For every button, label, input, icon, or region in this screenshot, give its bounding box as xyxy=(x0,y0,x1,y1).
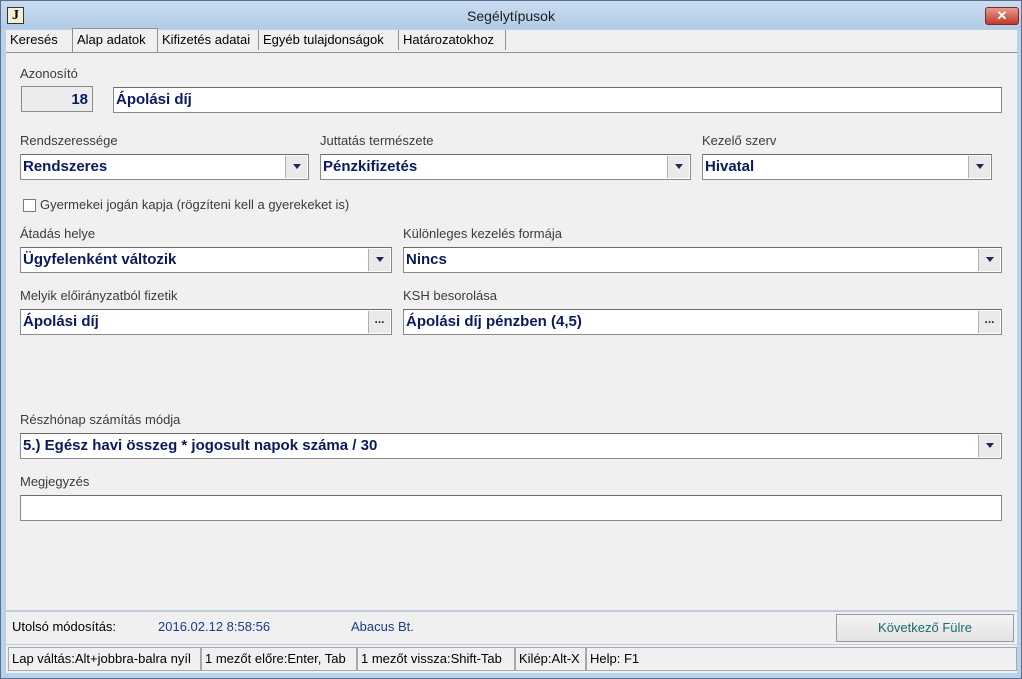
close-button[interactable]: ✕ xyxy=(985,7,1019,25)
chevron-down-icon[interactable] xyxy=(667,156,689,178)
hint-help: Help: F1 xyxy=(586,647,1017,671)
ksh-value: Ápolási díj pénzben (4,5) xyxy=(406,313,582,330)
chevron-down-icon[interactable] xyxy=(285,156,307,178)
ksh-field[interactable]: Ápolási díj pénzben (4,5) ... xyxy=(403,309,1002,335)
juttatas-select[interactable]: Pénzkifizetés xyxy=(320,154,691,180)
kulonleges-value: Nincs xyxy=(406,251,447,268)
azonosito-id-field: 18 xyxy=(21,86,93,112)
rendszeresseg-label: Rendszeressége xyxy=(20,133,118,148)
kulonleges-label: Különleges kezelés formája xyxy=(403,226,562,241)
hint-bar: Lap váltás:Alt+jobbra-balra nyíl 1 mezőt… xyxy=(6,645,1017,673)
tab-kereses[interactable]: Keresés xyxy=(6,30,73,50)
ksh-label: KSH besorolása xyxy=(403,288,497,303)
tab-alap-adatok[interactable]: Alap adatok xyxy=(72,28,158,52)
tab-kifizetes-adatai[interactable]: Kifizetés adatai xyxy=(158,30,259,50)
title-bar[interactable]: J Segélytípusok ✕ xyxy=(1,1,1021,29)
megjegyzes-label: Megjegyzés xyxy=(20,474,90,489)
atadas-label: Átadás helye xyxy=(20,226,96,241)
hint-tab-switch: Lap váltás:Alt+jobbra-balra nyíl xyxy=(8,647,201,671)
hint-exit: Kilép:Alt-X xyxy=(515,647,586,671)
kezelo-label: Kezelő szerv xyxy=(702,133,777,148)
rendszeresseg-value: Rendszeres xyxy=(23,158,108,175)
juttatas-value: Pénzkifizetés xyxy=(323,158,418,175)
reszhonap-value: 5.) Egész havi összeg * jogosult napok s… xyxy=(23,437,378,454)
rendszeresseg-select[interactable]: Rendszeres xyxy=(20,154,309,180)
juttatas-label: Juttatás természete xyxy=(320,133,434,148)
next-tab-button[interactable]: Következő Fülre xyxy=(836,614,1014,642)
kezelo-select[interactable]: Hivatal xyxy=(702,154,992,180)
last-modified-label: Utolsó módosítás: xyxy=(12,619,117,634)
eloiranyzat-field[interactable]: Ápolási díj ... xyxy=(20,309,392,335)
kulonleges-select[interactable]: Nincs xyxy=(403,247,1002,273)
chevron-down-icon[interactable] xyxy=(978,249,1000,271)
atadas-select[interactable]: Ügyfelenként változik xyxy=(20,247,392,273)
last-modified-user: Abacus Bt. xyxy=(351,619,414,634)
hint-field-back: 1 mezőt vissza:Shift-Tab xyxy=(357,647,515,671)
window-title: Segélytípusok xyxy=(467,8,555,24)
azonosito-id-value: 18 xyxy=(71,91,88,108)
azonosito-name-value: Ápolási díj xyxy=(116,91,192,108)
gyermekei-label: Gyermekei jogán kapja (rögzíteni kell a … xyxy=(40,197,350,212)
ellipsis-button[interactable]: ... xyxy=(978,311,1000,333)
chevron-down-icon[interactable] xyxy=(368,249,390,271)
chevron-down-icon[interactable] xyxy=(978,435,1000,457)
reszhonap-label: Részhónap számítás módja xyxy=(20,412,181,427)
tab-hatarozatokhoz[interactable]: Határozatokhoz xyxy=(399,30,506,50)
app-window: J Segélytípusok ✕ Keresés Alap adatok Ki… xyxy=(0,0,1022,679)
tab-strip: Keresés Alap adatok Kifizetés adatai Egy… xyxy=(6,28,1017,52)
tab-egyeb-tulajdonsagok[interactable]: Egyéb tulajdonságok xyxy=(259,30,399,50)
status-bar: Utolsó módosítás: 2016.02.12 8:58:56 Aba… xyxy=(6,611,1017,644)
reszhonap-select[interactable]: 5.) Egész havi összeg * jogosult napok s… xyxy=(20,433,1002,459)
last-modified-time: 2016.02.12 8:58:56 xyxy=(158,619,271,634)
chevron-down-icon[interactable] xyxy=(968,156,990,178)
form-panel: Azonosító 18 Ápolási díj Rendszeressége … xyxy=(6,52,1017,610)
ellipsis-button[interactable]: ... xyxy=(368,311,390,333)
kezelo-value: Hivatal xyxy=(705,158,755,175)
eloiranyzat-value: Ápolási díj xyxy=(23,313,99,330)
eloiranyzat-label: Melyik előirányzatból fizetik xyxy=(20,288,178,303)
gyermekei-checkbox[interactable] xyxy=(23,199,36,212)
atadas-value: Ügyfelenként változik xyxy=(23,251,177,268)
azonosito-label: Azonosító xyxy=(20,66,78,81)
megjegyzes-field[interactable] xyxy=(20,495,1002,521)
hint-field-forward: 1 mezőt előre:Enter, Tab xyxy=(201,647,357,671)
azonosito-name-field[interactable]: Ápolási díj xyxy=(113,87,1002,113)
